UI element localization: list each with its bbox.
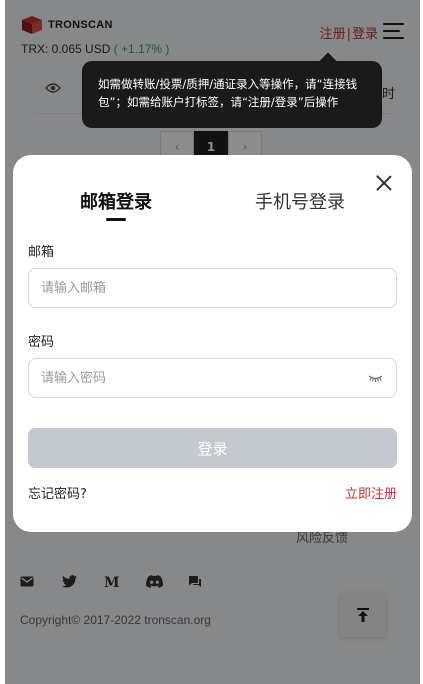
page-frame: TRONSCAN TRX: 0.065 USD ( +1.17% ) 注册|登录… [5, 0, 420, 684]
email-field-wrapper [28, 268, 397, 308]
wallet-tooltip: 如需做转账/投票/质押/通证录入等操作，请“连接钱包”；如需给账户打标签，请“注… [82, 61, 382, 128]
email-label: 邮箱 [28, 245, 55, 260]
password-field[interactable] [29, 359, 349, 397]
forgot-password-link[interactable]: 忘记密码? [28, 483, 87, 502]
login-modal: 邮箱登录 手机号登录 邮箱 密码 登录 忘记密码? 立即注册 [13, 155, 412, 532]
register-now-link[interactable]: 立即注册 [345, 483, 397, 502]
eye-closed-icon[interactable] [368, 374, 383, 382]
email-field[interactable] [29, 269, 349, 307]
active-tab-indicator [106, 218, 126, 221]
close-icon[interactable] [376, 175, 392, 191]
password-label: 密码 [28, 335, 55, 350]
tab-email-login[interactable]: 邮箱登录 [80, 188, 152, 214]
login-button[interactable]: 登录 [28, 428, 397, 468]
tab-phone-login[interactable]: 手机号登录 [255, 188, 345, 214]
password-field-wrapper [28, 358, 397, 398]
